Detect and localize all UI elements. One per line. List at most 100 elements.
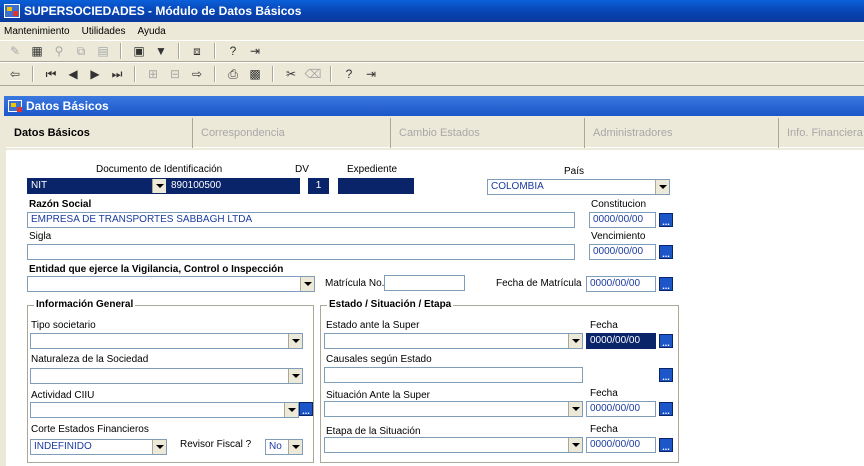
- tab-datos-basicos[interactable]: Datos Básicos: [6, 118, 192, 148]
- last-record-icon[interactable]: ⏭: [108, 65, 126, 83]
- fecha-situacion-field[interactable]: 0000/00/00: [586, 401, 656, 417]
- doc-type-value: NIT: [31, 180, 48, 191]
- cut-icon[interactable]: ✂: [282, 65, 300, 83]
- info-general-title: Información General: [34, 299, 136, 310]
- grid-icon[interactable]: ▦: [28, 42, 46, 60]
- exit-icon[interactable]: ⇥: [246, 42, 264, 60]
- calendar-button[interactable]: ...: [299, 402, 313, 416]
- tab-info-financiera[interactable]: Info. Financiera: [778, 118, 864, 148]
- menu-ayuda[interactable]: Ayuda: [138, 26, 166, 37]
- chevron-down-icon[interactable]: [288, 440, 302, 454]
- copy-icon[interactable]: ⧉: [72, 42, 90, 60]
- constitucion-label: Constitucion: [591, 199, 647, 210]
- toolbar-separator: [214, 43, 216, 59]
- first-record-icon[interactable]: ⏮: [42, 65, 60, 83]
- estado-title: Estado / Situación / Etapa: [327, 299, 454, 310]
- calendar-button[interactable]: ...: [659, 277, 673, 291]
- toolbar-separator: [134, 66, 136, 82]
- doc-id-label: Documento de Identificación: [96, 164, 223, 175]
- fecha-label: Fecha: [590, 388, 618, 399]
- chevron-down-icon[interactable]: [284, 403, 298, 417]
- matricula-field[interactable]: [384, 275, 465, 291]
- etapa-select[interactable]: [324, 437, 583, 453]
- causales-field[interactable]: [324, 367, 583, 383]
- chevron-down-icon[interactable]: [655, 180, 669, 194]
- menu-mantenimiento[interactable]: Mantenimiento: [4, 26, 70, 37]
- print-icon[interactable]: ⎙: [224, 65, 242, 83]
- corte-label: Corte Estados Financieros: [31, 424, 149, 435]
- help-icon[interactable]: ?: [340, 65, 358, 83]
- calendar-button[interactable]: ...: [659, 245, 673, 259]
- insert-record-icon[interactable]: ⊞: [144, 65, 162, 83]
- vencimiento-field[interactable]: 0000/00/00: [589, 244, 656, 260]
- chevron-down-icon[interactable]: [288, 369, 302, 383]
- dv-field[interactable]: 1: [308, 178, 329, 194]
- chevron-down-icon[interactable]: [568, 438, 582, 452]
- menu-utilidades[interactable]: Utilidades: [82, 26, 126, 37]
- situacion-select[interactable]: [324, 401, 583, 417]
- doc-type-select[interactable]: NIT: [27, 178, 167, 194]
- exit-icon[interactable]: ⇥: [362, 65, 380, 83]
- entidad-select[interactable]: [27, 276, 315, 292]
- calendar-button[interactable]: ...: [659, 438, 673, 452]
- doc-number-field[interactable]: 890100500: [167, 178, 300, 194]
- tab-correspondencia[interactable]: Correspondencia: [192, 118, 390, 148]
- toolbar-separator: [330, 66, 332, 82]
- chevron-down-icon[interactable]: [152, 179, 166, 193]
- help-icon[interactable]: ?: [224, 42, 242, 60]
- etapa-label: Etapa de la Situación: [326, 426, 421, 437]
- corte-select[interactable]: INDEFINIDO: [30, 439, 167, 455]
- chevron-down-icon[interactable]: [568, 402, 582, 416]
- back-icon[interactable]: ⇦: [6, 65, 24, 83]
- save-icon[interactable]: ▩: [246, 65, 264, 83]
- pais-select[interactable]: COLOMBIA: [487, 179, 670, 195]
- fecha-estado-field[interactable]: 0000/00/00: [586, 333, 656, 349]
- delete-record-icon[interactable]: ⊟: [166, 65, 184, 83]
- tipo-societario-select[interactable]: [30, 333, 303, 349]
- inner-window-title-bar: Datos Básicos: [4, 96, 864, 116]
- forward-icon[interactable]: ⇨: [188, 65, 206, 83]
- revisor-fiscal-select[interactable]: No: [265, 439, 303, 455]
- query-icon[interactable]: ⚲: [50, 42, 68, 60]
- fecha-label: Fecha: [590, 320, 618, 331]
- windows-icon[interactable]: ⧈: [188, 42, 206, 60]
- estado-super-label: Estado ante la Super: [326, 320, 420, 331]
- chevron-down-icon[interactable]: [152, 440, 166, 454]
- calendar-button[interactable]: ...: [659, 334, 673, 348]
- chevron-down-icon[interactable]: [568, 334, 582, 348]
- calendar-button[interactable]: ...: [659, 213, 673, 227]
- pais-value: COLOMBIA: [491, 181, 544, 192]
- sigla-label: Sigla: [29, 231, 52, 242]
- form-icon: [8, 100, 22, 112]
- fecha-label: Fecha: [590, 424, 618, 435]
- toolbar-separator: [32, 66, 34, 82]
- filter-icon[interactable]: ▼: [152, 42, 170, 60]
- expediente-label: Expediente: [347, 164, 398, 175]
- tab-administradores[interactable]: Administradores: [584, 118, 778, 148]
- calendar-button[interactable]: ...: [659, 402, 673, 416]
- estado-super-select[interactable]: [324, 333, 583, 349]
- fecha-matricula-field[interactable]: 0000/00/00: [586, 276, 656, 292]
- naturaleza-select[interactable]: [30, 368, 303, 384]
- window-title: SUPERSOCIEDADES - Módulo de Datos Básico…: [24, 4, 302, 18]
- expediente-field[interactable]: [338, 178, 414, 194]
- sigla-field[interactable]: [27, 244, 575, 260]
- naturaleza-label: Naturaleza de la Sociedad: [31, 354, 149, 365]
- calculator-icon[interactable]: ▣: [130, 42, 148, 60]
- constitucion-field[interactable]: 0000/00/00: [589, 212, 656, 228]
- paste-icon[interactable]: ▤: [94, 42, 112, 60]
- fecha-etapa-field[interactable]: 0000/00/00: [586, 437, 656, 453]
- actividad-ciiu-select[interactable]: [30, 402, 299, 418]
- tab-cambio-estados[interactable]: Cambio Estados: [390, 118, 584, 148]
- chevron-down-icon[interactable]: [300, 277, 314, 291]
- razon-social-label: Razón Social: [29, 199, 92, 210]
- razon-social-field[interactable]: EMPRESA DE TRANSPORTES SABBAGH LTDA: [27, 212, 575, 228]
- previous-record-icon[interactable]: ◀: [64, 65, 82, 83]
- toolbar-separator: [178, 43, 180, 59]
- new-record-icon[interactable]: ✎: [6, 42, 24, 60]
- chevron-down-icon[interactable]: [288, 334, 302, 348]
- erase-icon[interactable]: ⌫: [304, 65, 322, 83]
- next-record-icon[interactable]: ▶: [86, 65, 104, 83]
- entidad-label: Entidad que ejerce la Vigilancia, Contro…: [29, 264, 284, 275]
- calendar-button[interactable]: ...: [659, 368, 673, 382]
